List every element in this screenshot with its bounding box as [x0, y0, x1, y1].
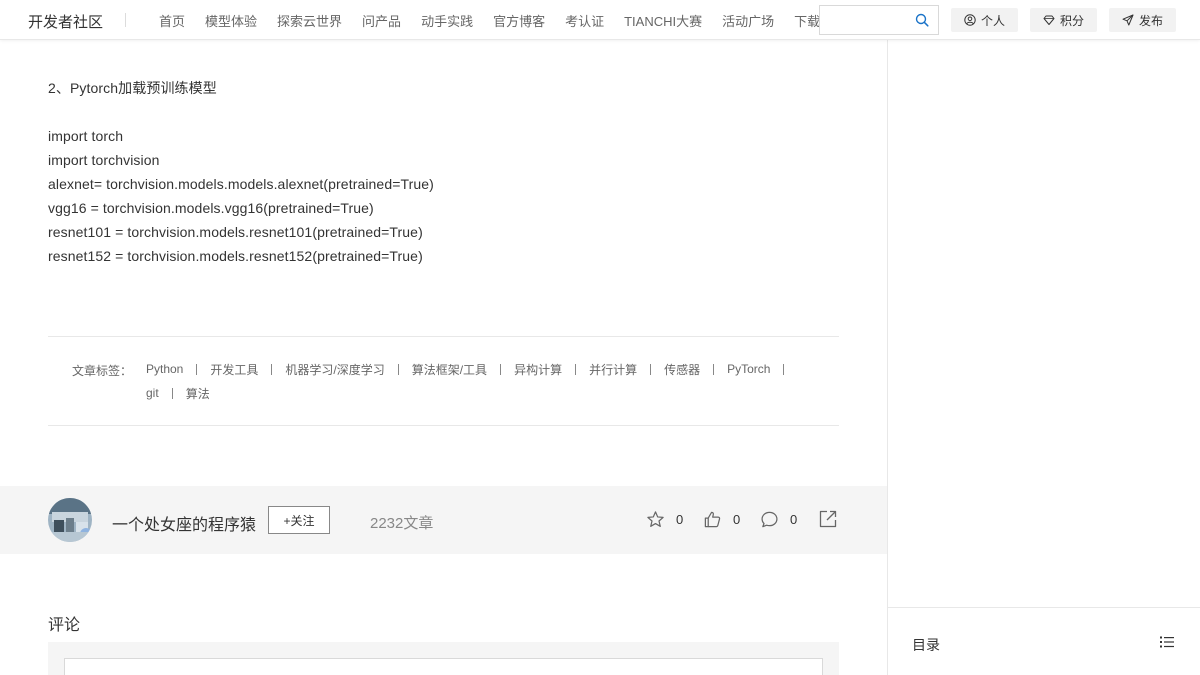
nav-item-events[interactable]: 活动广场: [712, 11, 784, 30]
thumbs-up-icon: [704, 511, 721, 528]
tags-row: Python 开发工具 机器学习/深度学习 算法框架/工具 异构计算 并行计算 …: [146, 361, 797, 377]
search-icon[interactable]: [915, 13, 929, 27]
user-icon: [964, 14, 976, 26]
tag-separator: [196, 363, 198, 375]
star-icon: [647, 511, 664, 527]
tag-git[interactable]: git: [146, 386, 159, 400]
tag-parallel-computing[interactable]: 并行计算: [589, 361, 637, 378]
tags-divider-top: [48, 336, 839, 337]
nav-item-tianchi[interactable]: TIANCHI大赛: [614, 11, 712, 30]
code-line: vgg16 = torchvision.models.vgg16(pretrai…: [48, 200, 374, 216]
tag-separator: [171, 387, 173, 399]
like-button[interactable]: 0: [703, 510, 740, 529]
code-line: resnet101 = torchvision.models.resnet101…: [48, 224, 423, 240]
code-line: import torchvision: [48, 152, 160, 168]
send-icon: [1122, 14, 1134, 26]
article-count[interactable]: 2232文章: [370, 512, 433, 533]
tag-separator: [271, 363, 273, 375]
tag-dev-tools[interactable]: 开发工具: [210, 361, 258, 378]
tag-ml-dl[interactable]: 机器学习/深度学习: [285, 361, 384, 378]
nav-item-home[interactable]: 首页: [149, 11, 195, 30]
tag-algorithm[interactable]: 算法: [186, 385, 210, 402]
author-bar: 一个处女座的程序猿 +关注 2232文章 0 0 0: [0, 486, 887, 554]
header-divider: [125, 13, 126, 27]
tag-separator: [500, 363, 502, 375]
nav-item-hands-on[interactable]: 动手实践: [411, 11, 483, 30]
points-label: 积分: [1059, 13, 1084, 28]
tags-label: 文章标签：: [72, 364, 133, 378]
tag-sensor[interactable]: 传感器: [664, 361, 700, 378]
main-nav: 首页 模型体验 探索云世界 问产品 动手实践 官方博客 考认证 TIANCHI大…: [149, 0, 830, 40]
tag-algorithm-framework[interactable]: 算法框架/工具: [412, 361, 487, 378]
toc-panel[interactable]: 目录: [888, 607, 1200, 675]
article-content: 2、Pytorch加载预训练模型 import torch import tor…: [48, 76, 839, 268]
toc-label: 目录: [912, 637, 940, 653]
top-header: 开发者社区 首页 模型体验 探索云世界 问产品 动手实践 官方博客 考认证 TI…: [0, 0, 1200, 40]
publish-label: 发布: [1138, 13, 1163, 28]
search-box: [819, 5, 939, 35]
code-line: resnet152 = torchvision.models.resnet152…: [48, 248, 423, 264]
comments-title: 评论: [48, 617, 81, 634]
publish-button[interactable]: 发布: [1109, 8, 1176, 32]
like-count: 0: [733, 512, 741, 527]
share-icon[interactable]: [818, 509, 838, 529]
code-line: import torch: [48, 128, 124, 144]
favorite-button[interactable]: 0: [646, 510, 683, 529]
search-input[interactable]: [820, 6, 908, 34]
avatar-image: [48, 498, 92, 542]
comment-button[interactable]: 0: [760, 510, 797, 529]
sidebar-divider: [887, 40, 888, 675]
author-name[interactable]: 一个处女座的程序猿: [112, 511, 256, 535]
tag-separator: [650, 363, 652, 375]
tags-divider-bottom: [48, 425, 839, 426]
tags-row: git 算法: [146, 385, 210, 401]
comment-count: 0: [790, 512, 798, 527]
nav-item-explore-cloud[interactable]: 探索云世界: [267, 11, 352, 30]
tag-separator: [397, 363, 399, 375]
code-line: alexnet= torchvision.models.models.alexn…: [48, 176, 434, 192]
favorite-count: 0: [676, 512, 684, 527]
gem-icon: [1043, 15, 1055, 25]
nav-item-official-blog[interactable]: 官方博客: [483, 11, 555, 30]
tag-python[interactable]: Python: [146, 362, 183, 376]
nav-item-ask-product[interactable]: 问产品: [352, 11, 411, 30]
personal-button[interactable]: 个人: [951, 8, 1018, 32]
nav-item-model-experience[interactable]: 模型体验: [195, 11, 267, 30]
tag-separator: [783, 363, 785, 375]
tag-separator: [575, 363, 577, 375]
site-logo[interactable]: 开发者社区: [28, 11, 103, 32]
article-heading: 2、Pytorch加载预训练模型: [48, 80, 217, 96]
points-button[interactable]: 积分: [1030, 8, 1097, 32]
comment-icon: [761, 511, 778, 528]
list-icon[interactable]: [1160, 636, 1174, 648]
tag-separator: [713, 363, 715, 375]
comment-area: [48, 642, 839, 675]
tag-heterogeneous-computing[interactable]: 异构计算: [514, 361, 562, 378]
nav-item-certification[interactable]: 考认证: [555, 11, 614, 30]
avatar[interactable]: [48, 498, 92, 542]
personal-label: 个人: [980, 13, 1005, 28]
follow-button[interactable]: +关注: [268, 506, 330, 534]
comment-input[interactable]: [64, 658, 823, 675]
tag-pytorch[interactable]: PyTorch: [727, 362, 770, 376]
